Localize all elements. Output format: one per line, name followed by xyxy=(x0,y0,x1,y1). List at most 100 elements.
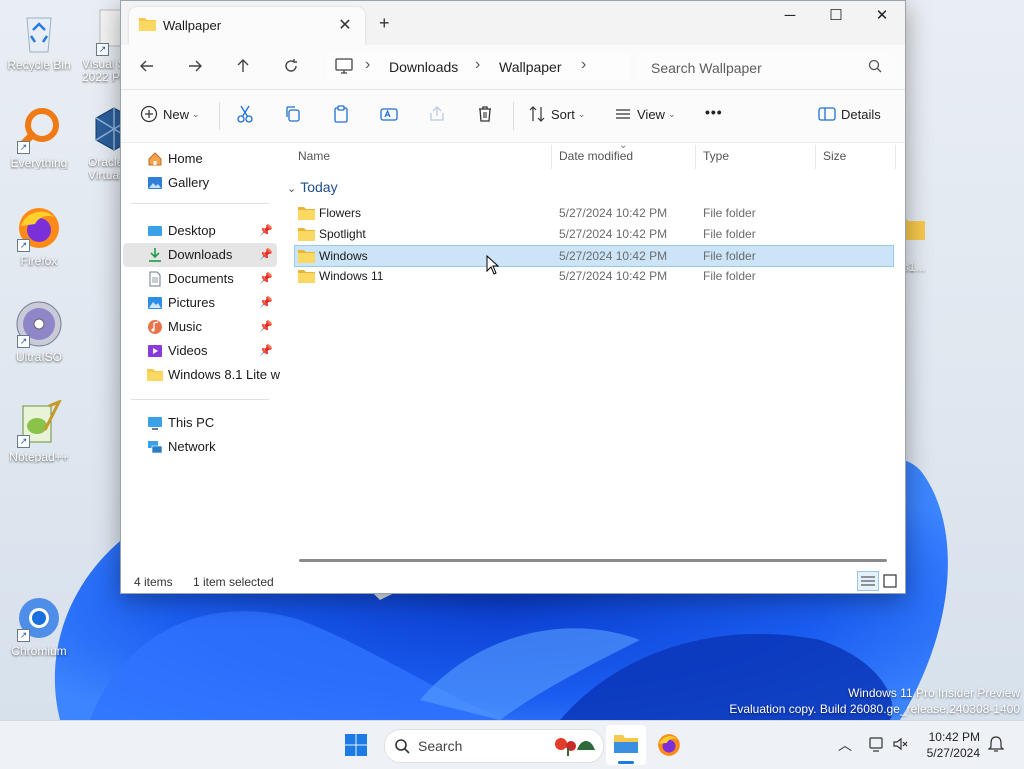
taskbar-search[interactable]: Search xyxy=(384,729,604,763)
pictures-icon xyxy=(148,297,162,309)
copy-button[interactable] xyxy=(283,104,303,128)
tab-wallpaper[interactable]: Wallpaper ✕ xyxy=(129,7,365,45)
sidebar-item-network[interactable]: Network xyxy=(123,435,277,459)
column-header-date-modified[interactable]: Date modified xyxy=(559,149,633,163)
breadcrumb-wallpaper[interactable]: Wallpaper xyxy=(499,59,562,75)
arrow-up-icon xyxy=(237,59,249,72)
chevron-right-icon[interactable]: › xyxy=(581,56,586,74)
sidebar-item-downloads[interactable]: Downloads 📌 xyxy=(123,243,277,267)
sidebar-item-home[interactable]: Home xyxy=(123,147,277,171)
tiles-view-button[interactable] xyxy=(881,572,899,590)
sidebar-item-windows-8-1-lite[interactable]: Windows 8.1 Lite wit xyxy=(123,363,280,387)
paste-button[interactable] xyxy=(331,104,351,128)
sidebar-item-label: This PC xyxy=(168,415,215,430)
search-highlight-icon xyxy=(555,738,595,756)
desktop-icon-virtualbox[interactable]: Oracle Virtua xyxy=(80,106,120,182)
details-pane-icon xyxy=(818,107,836,121)
plus-circle-icon xyxy=(140,105,158,123)
taskbar-search-label: Search xyxy=(418,738,463,754)
sidebar-item-pictures[interactable]: Pictures 📌 xyxy=(123,291,277,315)
chevron-up-icon[interactable]: ︿ xyxy=(838,735,852,755)
group-header-today[interactable]: ⌄ Today xyxy=(287,179,338,195)
search-input[interactable]: Search Wallpaper xyxy=(637,52,894,82)
pin-icon[interactable]: 📌 xyxy=(259,219,273,243)
watermark-line-2: Evaluation copy. Build 26080.ge_release.… xyxy=(729,702,1020,716)
sort-button-label: Sort xyxy=(551,106,575,122)
column-divider[interactable] xyxy=(815,145,816,169)
desktop-icon-everything[interactable]: ↗ Everything xyxy=(1,106,77,170)
desktop-icon-chromium[interactable]: ↗ Chromium xyxy=(1,594,77,658)
file-name: Flowers xyxy=(319,206,362,220)
minimize-button[interactable]: ─ xyxy=(767,1,813,33)
back-button[interactable] xyxy=(133,53,161,81)
pin-icon[interactable]: 📌 xyxy=(259,243,273,267)
new-tab-button[interactable]: + xyxy=(379,13,390,34)
sidebar-item-this-pc[interactable]: This PC xyxy=(123,411,277,435)
column-divider[interactable] xyxy=(695,145,696,169)
desktop-icon-notepadpp[interactable]: ↗ Notepad++ xyxy=(1,399,77,464)
monitor-icon[interactable] xyxy=(335,58,353,74)
rename-button[interactable] xyxy=(379,104,399,128)
sort-button[interactable]: Sort ⌄ xyxy=(527,104,585,128)
volume-muted-icon[interactable] xyxy=(892,735,910,753)
up-button[interactable] xyxy=(229,53,257,81)
list-item[interactable]: Flowers 5/27/2024 10:42 PM File folder xyxy=(295,203,893,224)
this-pc-icon xyxy=(148,417,162,430)
tab-close-button[interactable]: ✕ xyxy=(335,15,355,35)
command-bar: New ⌄ Sort ⌄ View ⌄ ••• Details xyxy=(121,90,905,143)
share-button[interactable] xyxy=(427,104,447,128)
sidebar-item-desktop[interactable]: Desktop 📌 xyxy=(123,219,277,243)
system-clock[interactable]: 10:42 PM 5/27/2024 xyxy=(927,729,980,761)
sidebar-item-videos[interactable]: Videos 📌 xyxy=(123,339,277,363)
more-options-button[interactable]: ••• xyxy=(705,104,723,128)
pin-icon[interactable]: 📌 xyxy=(259,291,273,315)
taskbar-file-explorer[interactable] xyxy=(606,725,646,765)
column-header-size[interactable]: Size xyxy=(823,149,846,163)
windows-start-icon[interactable] xyxy=(344,733,368,757)
selection-count: 1 item selected xyxy=(193,575,274,589)
list-item-selected[interactable]: Windows 5/27/2024 10:42 PM File folder xyxy=(294,245,894,267)
details-pane-button[interactable]: Details xyxy=(817,104,881,128)
firefox-icon[interactable] xyxy=(656,732,682,758)
cut-button[interactable] xyxy=(235,104,255,128)
desktop-icon-recycle-bin[interactable]: Recycle Bin xyxy=(1,8,77,72)
column-header-name[interactable]: Name xyxy=(298,149,330,163)
sidebar-divider xyxy=(131,399,269,400)
pin-icon[interactable]: 📌 xyxy=(259,267,273,291)
desktop-icon-ultraiso[interactable]: ↗ UltraISO xyxy=(1,300,77,364)
details-view-button[interactable] xyxy=(857,571,879,591)
sidebar-item-music[interactable]: Music 📌 xyxy=(123,315,277,339)
network-tray-icon[interactable] xyxy=(868,735,886,753)
chevron-right-icon[interactable]: › xyxy=(365,56,370,74)
chevron-right-icon[interactable]: › xyxy=(475,56,480,74)
pin-icon[interactable]: 📌 xyxy=(259,339,273,363)
notification-bell-icon[interactable] xyxy=(988,735,1004,753)
list-item[interactable]: Spotlight 5/27/2024 10:42 PM File folder xyxy=(295,224,893,245)
sidebar-item-gallery[interactable]: Gallery xyxy=(123,171,277,195)
clock-date: 5/27/2024 xyxy=(926,746,980,760)
sidebar-item-documents[interactable]: Documents 📌 xyxy=(123,267,277,291)
horizontal-scrollbar[interactable] xyxy=(299,559,887,562)
refresh-button[interactable] xyxy=(277,53,305,81)
gallery-icon xyxy=(148,177,162,189)
forward-button[interactable] xyxy=(181,53,209,81)
file-type: File folder xyxy=(703,206,756,220)
delete-button[interactable] xyxy=(475,104,495,128)
scissors-icon xyxy=(237,105,253,123)
pin-icon[interactable]: 📌 xyxy=(259,315,273,339)
column-divider[interactable] xyxy=(551,145,552,169)
breadcrumb-downloads[interactable]: Downloads xyxy=(389,59,458,75)
toolbar-divider xyxy=(219,102,220,130)
clock-time: 10:42 PM xyxy=(928,730,980,744)
column-header-type[interactable]: Type xyxy=(703,149,729,163)
close-button[interactable]: ✕ xyxy=(859,1,905,33)
column-divider[interactable] xyxy=(895,145,896,169)
desktop-icon-firefox[interactable]: ↗ Firefox xyxy=(1,204,77,268)
sidebar-item-label: Windows 8.1 Lite wit xyxy=(168,367,280,382)
shortcut-arrow-icon: ↗ xyxy=(96,43,109,56)
maximize-button[interactable]: ☐ xyxy=(813,1,859,33)
desktop-icon-visual-studio[interactable]: ↗ Visual S 2022 Pr xyxy=(80,8,120,84)
new-button[interactable]: New ⌄ xyxy=(139,104,200,128)
view-button[interactable]: View ⌄ xyxy=(613,104,676,128)
list-item[interactable]: Windows 11 5/27/2024 10:42 PM File folde… xyxy=(295,266,893,287)
